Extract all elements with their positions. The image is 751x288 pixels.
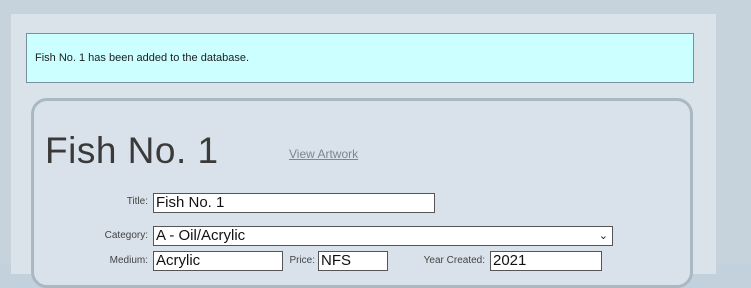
artwork-heading: Fish No. 1 [45,130,219,171]
year-created-label: Year Created: [423,255,485,266]
medium-input[interactable]: Acrylic [153,251,283,271]
price-input[interactable]: NFS [318,251,388,271]
notice-text: Fish No. 1 has been added to the databas… [35,52,250,64]
medium-label: Medium: [109,255,148,266]
view-artwork-link[interactable]: View Artwork [289,147,358,161]
chevron-down-icon: ⌄ [598,230,608,242]
category-select[interactable]: A - Oil/Acrylic ⌄ [153,226,613,246]
category-label: Category: [104,230,148,241]
success-notice: Fish No. 1 has been added to the databas… [26,33,694,83]
price-label: Price: [289,255,315,266]
year-created-input[interactable]: 2021 [490,251,602,271]
title-label: Title: [126,196,148,207]
category-selected-value: A - Oil/Acrylic [156,227,246,244]
title-input[interactable]: Fish No. 1 [153,193,435,213]
page: Fish No. 1 has been added to the databas… [0,0,751,288]
